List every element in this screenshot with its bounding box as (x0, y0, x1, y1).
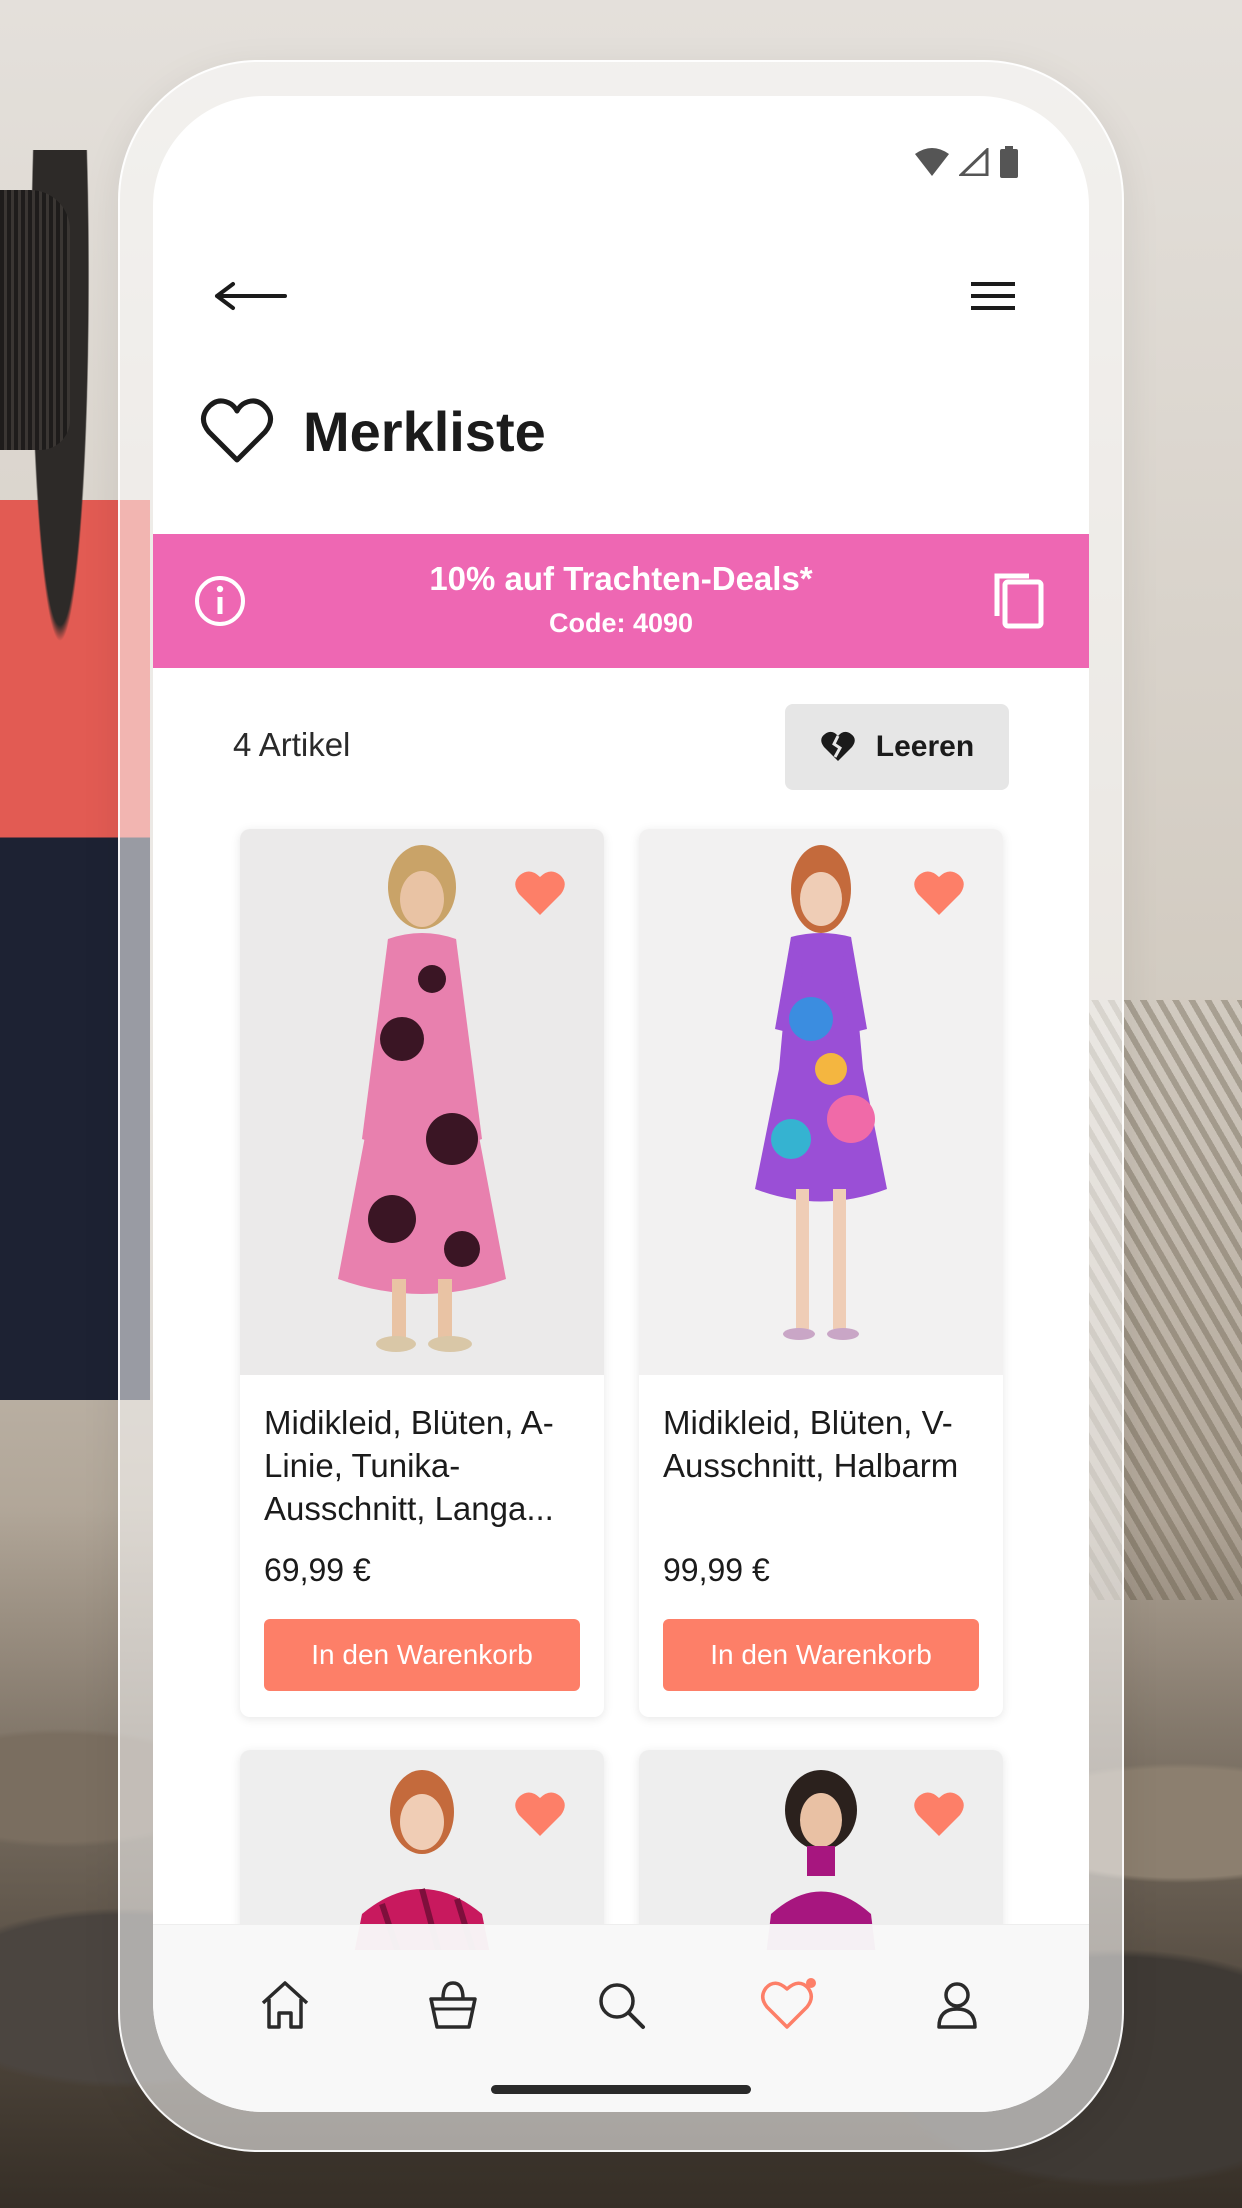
clear-label: Leeren (875, 730, 975, 763)
heart-outline-icon (201, 398, 273, 463)
favorite-heart-icon[interactable] (514, 869, 566, 917)
wifi-icon (915, 148, 949, 176)
favorite-heart-icon[interactable] (514, 1790, 566, 1838)
signal-icon (959, 148, 989, 176)
tab-wishlist[interactable] (749, 1965, 829, 2045)
promo-banner[interactable]: 10% auf Trachten-Deals* Code: 4090 (153, 534, 1089, 668)
heart-icon (761, 1978, 816, 2029)
hamburger-menu-icon[interactable] (959, 266, 1029, 326)
product-card[interactable]: Midikleid, Blüten, A-Linie, Tunika-Aussc… (240, 829, 604, 1717)
tab-search[interactable] (581, 1965, 661, 2045)
product-info: Midikleid, Blüten, V-Ausschnitt, Halbarm… (639, 1375, 1003, 1717)
page-header: Merkliste (199, 396, 546, 466)
favorite-heart-icon[interactable] (913, 1790, 965, 1838)
phone-screen: Merkliste 10% auf Trachten-Deals* Code: … (153, 96, 1089, 2112)
tab-home[interactable] (245, 1965, 325, 2045)
shopping-bag-icon (429, 1981, 477, 2029)
status-bar (915, 146, 1019, 178)
background-hair (0, 190, 70, 450)
product-image[interactable] (639, 1750, 1003, 1950)
clear-list-button[interactable]: Leeren (785, 704, 1009, 790)
promo-text: 10% auf Trachten-Deals* Code: 4090 (153, 560, 1089, 639)
tab-cart[interactable] (413, 1965, 493, 2045)
favorite-heart-icon[interactable] (913, 869, 965, 917)
arrow-left-icon[interactable] (213, 266, 293, 326)
copy-icon[interactable] (991, 570, 1047, 630)
broken-heart-icon (821, 731, 855, 761)
product-photo (766, 1770, 876, 1950)
product-image[interactable] (240, 1750, 604, 1950)
product-card[interactable]: Midikleid, Blüten, V-Ausschnitt, Halbarm… (639, 829, 1003, 1717)
top-nav (153, 256, 1089, 336)
user-icon (937, 1982, 977, 2029)
product-card[interactable] (240, 1750, 604, 1950)
battery-icon (1000, 146, 1018, 178)
product-image[interactable] (639, 829, 1003, 1375)
product-title[interactable]: Midikleid, Blüten, A-Linie, Tunika-Aussc… (264, 1401, 580, 1530)
item-count: 4 Artikel (233, 726, 351, 763)
product-price: 99,99 € (663, 1552, 770, 1588)
home-indicator[interactable] (491, 2085, 751, 2094)
promo-code: Code: 4090 (548, 608, 694, 638)
product-photo (354, 1770, 490, 1950)
page-title: Merkliste (303, 399, 546, 463)
search-icon (599, 1983, 645, 2029)
product-photo (338, 845, 506, 1352)
list-toolbar: 4 Artikel Leeren (153, 704, 1089, 792)
bottom-tab-bar (153, 1924, 1089, 2112)
tab-account[interactable] (917, 1965, 997, 2045)
add-to-cart-button[interactable]: In den Warenkorb (264, 1619, 580, 1691)
product-title[interactable]: Midikleid, Blüten, V-Ausschnitt, Halbarm (663, 1401, 979, 1530)
product-image[interactable] (240, 829, 604, 1375)
promo-title: 10% auf Trachten-Deals* (429, 560, 813, 597)
home-icon (261, 1981, 309, 2029)
product-photo (755, 845, 887, 1340)
product-info: Midikleid, Blüten, A-Linie, Tunika-Aussc… (240, 1375, 604, 1717)
product-card[interactable] (639, 1750, 1003, 1950)
product-price: 69,99 € (264, 1552, 371, 1588)
add-to-cart-button[interactable]: In den Warenkorb (663, 1619, 979, 1691)
